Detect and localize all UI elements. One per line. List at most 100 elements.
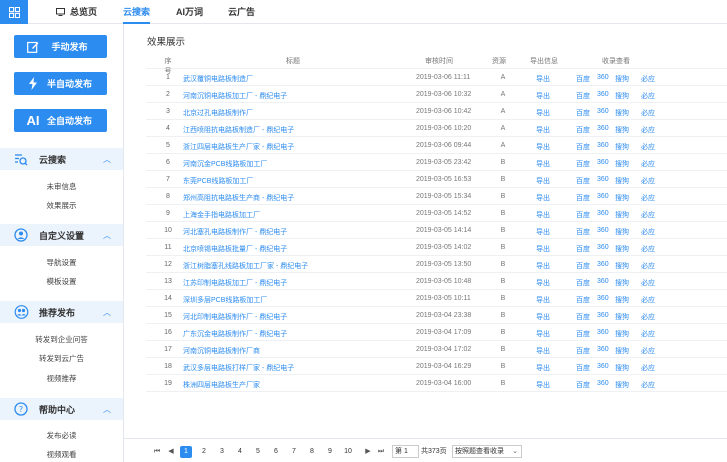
s360-link[interactable]: 360 bbox=[597, 176, 609, 183]
row-title-link[interactable]: 广东沉金电路板制作厂 - 鼎纪电子 bbox=[183, 329, 287, 339]
row-title-link[interactable]: 郑州高阻抗电路板生产商 - 鼎纪电子 bbox=[183, 193, 294, 203]
biying-link[interactable]: 必应 bbox=[641, 363, 655, 373]
page-number-button[interactable]: 2 bbox=[198, 446, 210, 458]
baidu-link[interactable]: 百度 bbox=[576, 227, 590, 237]
baidu-link[interactable]: 百度 bbox=[576, 108, 590, 118]
row-title-link[interactable]: 北京喷锡电路板批量厂 - 鼎纪电子 bbox=[183, 244, 287, 254]
sogou-link[interactable]: 搜狗 bbox=[615, 227, 629, 237]
sogou-link[interactable]: 搜狗 bbox=[615, 329, 629, 339]
baidu-link[interactable]: 百度 bbox=[576, 74, 590, 84]
row-title-link[interactable]: 河南沉铜电路板制作厂商 bbox=[183, 346, 260, 356]
full-auto-publish-button[interactable]: AI 全自动发布 bbox=[14, 109, 107, 132]
s360-link[interactable]: 360 bbox=[597, 380, 609, 387]
next-page-icon[interactable]: ▶ bbox=[363, 446, 373, 458]
row-title-link[interactable]: 浙江四层电路板生产厂家 - 鼎纪电子 bbox=[183, 142, 294, 152]
sogou-link[interactable]: 搜狗 bbox=[615, 108, 629, 118]
baidu-link[interactable]: 百度 bbox=[576, 142, 590, 152]
s360-link[interactable]: 360 bbox=[597, 329, 609, 336]
manual-publish-button[interactable]: 手动发布 bbox=[14, 35, 107, 58]
goto-page-input[interactable]: 第 1 bbox=[392, 445, 419, 458]
biying-link[interactable]: 必应 bbox=[641, 346, 655, 356]
page-number-button[interactable]: 8 bbox=[306, 446, 318, 458]
row-title-link[interactable]: 河北塞孔电路板制作厂 - 鼎纪电子 bbox=[183, 227, 287, 237]
row-title-link[interactable]: 浙江树脂塞孔线路板加工厂家 - 鼎纪电子 bbox=[183, 261, 308, 271]
sogou-link[interactable]: 搜狗 bbox=[615, 363, 629, 373]
export-link[interactable]: 导出 bbox=[536, 278, 550, 288]
row-title-link[interactable]: 株洲四层电路板生产厂家 bbox=[183, 380, 260, 390]
biying-link[interactable]: 必应 bbox=[641, 244, 655, 254]
baidu-link[interactable]: 百度 bbox=[576, 244, 590, 254]
sidebar-item-video-recommend[interactable]: 视频推荐 bbox=[0, 373, 123, 384]
sogou-link[interactable]: 搜狗 bbox=[615, 295, 629, 305]
biying-link[interactable]: 必应 bbox=[641, 159, 655, 169]
sogou-link[interactable]: 搜狗 bbox=[615, 159, 629, 169]
s360-link[interactable]: 360 bbox=[597, 74, 609, 81]
row-title-link[interactable]: 江苏印制电路板加工厂 - 鼎纪电子 bbox=[183, 278, 287, 288]
last-page-icon[interactable]: ⏭ bbox=[376, 446, 386, 458]
export-link[interactable]: 导出 bbox=[536, 261, 550, 271]
s360-link[interactable]: 360 bbox=[597, 227, 609, 234]
s360-link[interactable]: 360 bbox=[597, 159, 609, 166]
s360-link[interactable]: 360 bbox=[597, 278, 609, 285]
s360-link[interactable]: 360 bbox=[597, 91, 609, 98]
page-number-button[interactable]: 7 bbox=[288, 446, 300, 458]
sidebar-item-nav-settings[interactable]: 导航设置 bbox=[0, 257, 123, 268]
export-link[interactable]: 导出 bbox=[536, 108, 550, 118]
sogou-link[interactable]: 搜狗 bbox=[615, 261, 629, 271]
tab-cloud-search[interactable]: 云搜索 bbox=[123, 0, 151, 24]
sidebar-item-effect-display[interactable]: 效果展示 bbox=[0, 200, 123, 211]
export-link[interactable]: 导出 bbox=[536, 244, 550, 254]
biying-link[interactable]: 必应 bbox=[641, 91, 655, 101]
sogou-link[interactable]: 搜狗 bbox=[615, 244, 629, 254]
s360-link[interactable]: 360 bbox=[597, 295, 609, 302]
s360-link[interactable]: 360 bbox=[597, 363, 609, 370]
section-custom-settings[interactable]: 自定义设置 ︿ bbox=[0, 224, 123, 246]
page-number-button[interactable]: 10 bbox=[342, 446, 354, 458]
biying-link[interactable]: 必应 bbox=[641, 329, 655, 339]
page-number-button[interactable]: 9 bbox=[324, 446, 336, 458]
tab-ai-words[interactable]: AI万词 bbox=[176, 0, 203, 24]
baidu-link[interactable]: 百度 bbox=[576, 363, 590, 373]
tab-cloud-ads[interactable]: 云广告 bbox=[228, 0, 255, 24]
s360-link[interactable]: 360 bbox=[597, 346, 609, 353]
semi-auto-publish-button[interactable]: 半自动发布 bbox=[14, 72, 107, 95]
row-title-link[interactable]: 东莞PCB线路板加工厂 bbox=[183, 176, 253, 186]
sogou-link[interactable]: 搜狗 bbox=[615, 125, 629, 135]
section-recommended-publish[interactable]: 推荐发布 ︿ bbox=[0, 301, 123, 323]
app-grid-button[interactable] bbox=[0, 0, 28, 24]
row-title-link[interactable]: 深圳多层PCB线路板加工厂 bbox=[183, 295, 267, 305]
tab-overview[interactable]: 总览页 bbox=[56, 0, 97, 24]
row-title-link[interactable]: 武汉覆铜电路板制造厂 bbox=[183, 74, 253, 84]
biying-link[interactable]: 必应 bbox=[641, 380, 655, 390]
baidu-link[interactable]: 百度 bbox=[576, 295, 590, 305]
sidebar-item-unreviewed[interactable]: 未审信息 bbox=[0, 181, 123, 192]
export-link[interactable]: 导出 bbox=[536, 142, 550, 152]
sogou-link[interactable]: 搜狗 bbox=[615, 74, 629, 84]
sogou-link[interactable]: 搜狗 bbox=[615, 210, 629, 220]
sidebar-item-publish-must-read[interactable]: 发布必读 bbox=[0, 430, 123, 441]
sidebar-item-forward-qa[interactable]: 转发到企业问答 bbox=[0, 334, 123, 345]
page-number-button[interactable]: 5 bbox=[252, 446, 264, 458]
row-title-link[interactable]: 江西喷阻抗电路板制造厂 - 鼎纪电子 bbox=[183, 125, 294, 135]
baidu-link[interactable]: 百度 bbox=[576, 91, 590, 101]
s360-link[interactable]: 360 bbox=[597, 142, 609, 149]
s360-link[interactable]: 360 bbox=[597, 108, 609, 115]
sidebar-item-forward-ads[interactable]: 转发到云广告 bbox=[0, 353, 123, 364]
export-link[interactable]: 导出 bbox=[536, 363, 550, 373]
sogou-link[interactable]: 搜狗 bbox=[615, 91, 629, 101]
row-title-link[interactable]: 北京过孔电路板制作厂 bbox=[183, 108, 253, 118]
page-number-button[interactable]: 6 bbox=[270, 446, 282, 458]
sogou-link[interactable]: 搜狗 bbox=[615, 278, 629, 288]
s360-link[interactable]: 360 bbox=[597, 210, 609, 217]
s360-link[interactable]: 360 bbox=[597, 193, 609, 200]
biying-link[interactable]: 必应 bbox=[641, 108, 655, 118]
baidu-link[interactable]: 百度 bbox=[576, 312, 590, 322]
baidu-link[interactable]: 百度 bbox=[576, 346, 590, 356]
baidu-link[interactable]: 百度 bbox=[576, 210, 590, 220]
row-title-link[interactable]: 河北印制电路板制作厂 - 鼎纪电子 bbox=[183, 312, 287, 322]
export-link[interactable]: 导出 bbox=[536, 210, 550, 220]
export-link[interactable]: 导出 bbox=[536, 125, 550, 135]
sogou-link[interactable]: 搜狗 bbox=[615, 380, 629, 390]
export-link[interactable]: 导出 bbox=[536, 176, 550, 186]
baidu-link[interactable]: 百度 bbox=[576, 193, 590, 203]
